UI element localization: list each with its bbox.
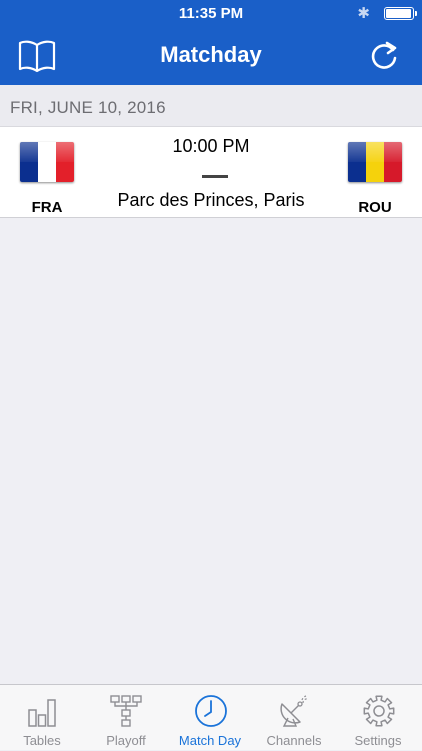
gear-icon xyxy=(363,695,395,727)
tab-label-channels: Channels xyxy=(266,733,322,748)
tab-label-settings: Settings xyxy=(354,733,402,748)
page-title: Matchday xyxy=(160,42,262,67)
battery-fill xyxy=(386,9,411,18)
away-team-code: ROU xyxy=(358,199,392,216)
bracket-icon xyxy=(110,695,142,727)
satellite-dish-icon xyxy=(280,695,309,727)
tab-playoff[interactable]: Playoff xyxy=(84,685,168,751)
navigation-bar: Matchday xyxy=(0,28,422,85)
tab-channels[interactable]: Channels xyxy=(252,685,336,751)
clock-icon xyxy=(195,695,227,727)
tab-match-day[interactable]: Match Day xyxy=(168,685,252,751)
battery-icon xyxy=(384,7,417,20)
bluetooth-icon: ✱ xyxy=(357,5,370,22)
date-section-header: FRI, JUNE 10, 2016 xyxy=(0,85,422,127)
match-row[interactable]: FRA 10:00 PM Parc des Princes, Paris ROU xyxy=(0,127,422,218)
gear-outline xyxy=(363,695,395,727)
romania-flag-icon xyxy=(348,142,402,182)
bar-chart-icon xyxy=(28,699,56,727)
tab-bar: Tables Playoff Match Day Channels Settin… xyxy=(0,684,422,750)
tab-label-playoff: Playoff xyxy=(106,733,146,748)
match-date: FRI, JUNE 10, 2016 xyxy=(10,98,166,117)
tab-settings[interactable]: Settings xyxy=(336,685,420,751)
tab-tables[interactable]: Tables xyxy=(0,685,84,751)
tab-label-match-day: Match Day xyxy=(178,733,242,748)
tab-label-tables: Tables xyxy=(23,733,61,748)
score-separator xyxy=(202,175,228,178)
refresh-icon[interactable] xyxy=(364,38,404,74)
status-bar: 11:35 PM ✱ xyxy=(0,0,422,28)
